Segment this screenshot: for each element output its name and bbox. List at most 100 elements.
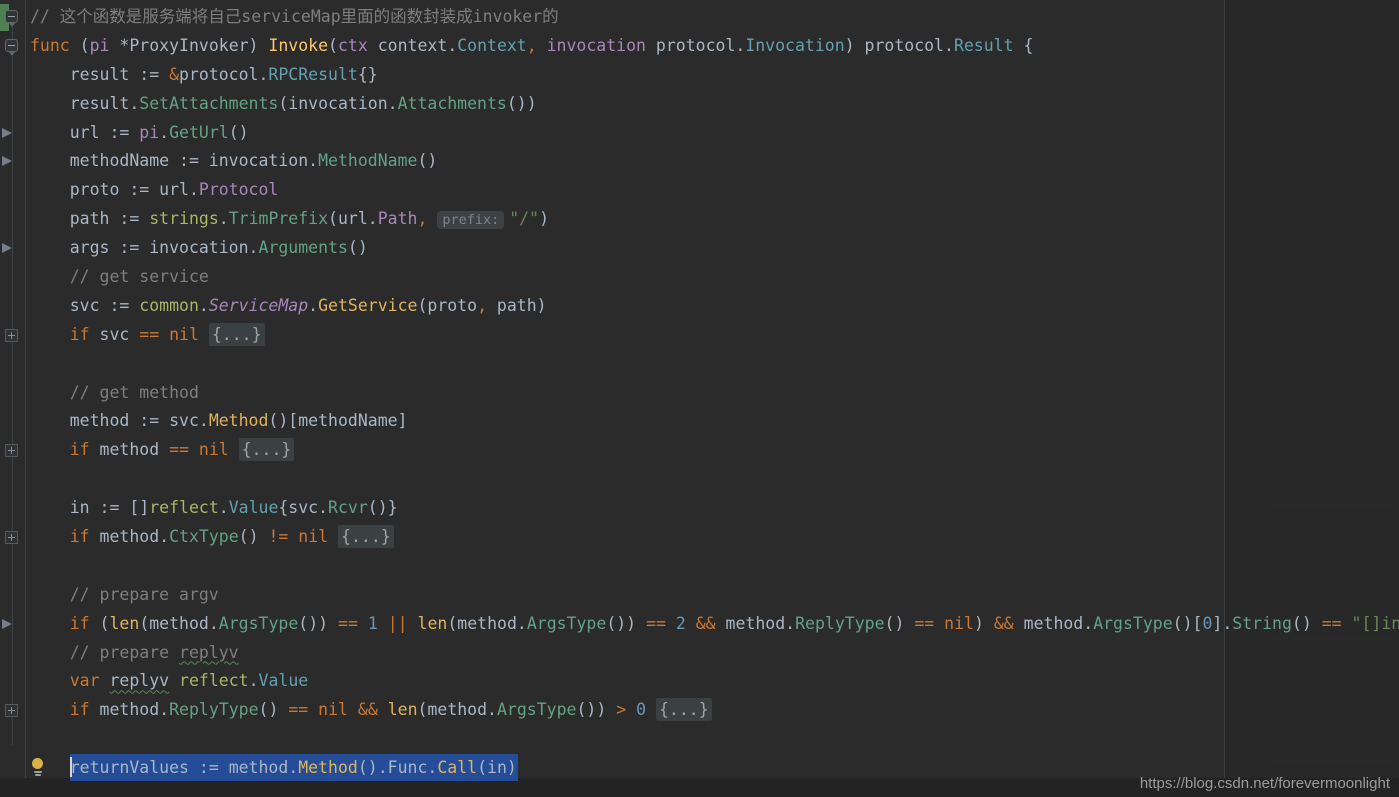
code-token: Attachments bbox=[398, 94, 507, 113]
code-token: reflect bbox=[149, 498, 219, 517]
fold-expand-icon[interactable] bbox=[5, 704, 18, 717]
code-line-26[interactable] bbox=[0, 725, 1399, 754]
code-token: url := bbox=[30, 123, 139, 142]
code-token: == bbox=[646, 614, 666, 633]
code-token: ()[methodName] bbox=[268, 411, 407, 430]
code-line-18[interactable]: in := []reflect.Value{svc.Rcvr()} bbox=[0, 494, 1399, 523]
intention-bulb-icon[interactable] bbox=[31, 758, 45, 778]
code-line-6[interactable]: methodName := invocation.MethodName() bbox=[0, 147, 1399, 176]
code-line-16[interactable]: if method == nil {...} bbox=[0, 436, 1399, 465]
code-token: MethodName bbox=[318, 151, 417, 170]
gutter-arrow-icon[interactable] bbox=[2, 243, 12, 253]
code-token: func bbox=[30, 36, 80, 55]
code-line-21[interactable]: // prepare argv bbox=[0, 581, 1399, 610]
watermark-url: https://blog.csdn.net/forevermoonlight bbox=[1140, 775, 1390, 792]
code-token bbox=[934, 614, 944, 633]
fold-expand-icon[interactable] bbox=[5, 444, 18, 457]
code-line-24[interactable]: var replyv reflect.Value bbox=[0, 667, 1399, 696]
code-token: GetService bbox=[318, 296, 417, 315]
code-token: . bbox=[199, 296, 209, 315]
code-line-4[interactable]: result.SetAttachments(invocation.Attachm… bbox=[0, 90, 1399, 119]
code-token bbox=[408, 614, 418, 633]
code-token: () bbox=[417, 151, 437, 170]
code-token: () bbox=[229, 123, 249, 142]
code-token: || bbox=[388, 614, 408, 633]
gutter-arrow-icon[interactable] bbox=[2, 156, 12, 166]
code-token: ().Func. bbox=[358, 758, 437, 777]
fold-expand-icon[interactable] bbox=[5, 329, 18, 342]
code-token: path := bbox=[30, 209, 149, 228]
code-token: . bbox=[219, 209, 229, 228]
code-line-14[interactable]: // get method bbox=[0, 379, 1399, 408]
code-token: ()) bbox=[507, 94, 537, 113]
code-token: Call bbox=[437, 758, 477, 777]
code-line-2[interactable]: func (pi *ProxyInvoker) Invoke(ctx conte… bbox=[0, 32, 1399, 61]
code-token: . bbox=[159, 123, 169, 142]
bulb-base bbox=[35, 774, 41, 776]
code-token: nil bbox=[944, 614, 974, 633]
code-line-1[interactable]: // 这个函数是服务端将自己serviceMap里面的函数封装成invoker的 bbox=[0, 3, 1399, 32]
code-token bbox=[199, 325, 209, 344]
code-token: GetUrl bbox=[169, 123, 229, 142]
bulb-base bbox=[34, 771, 42, 773]
code-token: ) bbox=[539, 209, 549, 228]
gutter-arrow-icon[interactable] bbox=[2, 128, 12, 138]
code-token: ReplyType bbox=[795, 614, 884, 633]
code-line-5[interactable]: url := pi.GetUrl() bbox=[0, 119, 1399, 148]
code-token: ()[ bbox=[1173, 614, 1203, 633]
fold-expand-icon[interactable] bbox=[5, 531, 18, 544]
code-line-8[interactable]: path := strings.TrimPrefix(url.Path, pre… bbox=[0, 205, 1399, 234]
code-token: "[]in bbox=[1352, 614, 1399, 633]
fold-collapse-icon[interactable] bbox=[5, 39, 18, 52]
code-token: common bbox=[139, 296, 199, 315]
code-token: methodName := invocation. bbox=[30, 151, 318, 170]
code-token: // get method bbox=[30, 383, 199, 402]
code-line-23[interactable]: // prepare replyv bbox=[0, 639, 1399, 668]
code-line-13[interactable] bbox=[0, 350, 1399, 379]
code-token bbox=[288, 527, 298, 546]
gutter-arrow-icon[interactable] bbox=[2, 619, 12, 629]
code-token: if bbox=[70, 440, 90, 459]
code-token bbox=[626, 700, 636, 719]
code-line-12[interactable]: if svc == nil {...} bbox=[0, 321, 1399, 350]
code-token bbox=[100, 671, 110, 690]
code-token: (proto bbox=[417, 296, 477, 315]
selected-text[interactable]: returnValues := method.Method().Func.Cal… bbox=[70, 754, 518, 781]
code-token: Method bbox=[298, 758, 358, 777]
plus-glyph bbox=[11, 534, 12, 541]
code-line-17[interactable] bbox=[0, 465, 1399, 494]
code-line-20[interactable] bbox=[0, 552, 1399, 581]
code-token: , bbox=[527, 36, 537, 55]
code-line-7[interactable]: proto := url.Protocol bbox=[0, 176, 1399, 205]
code-token: && bbox=[358, 700, 378, 719]
code-line-3[interactable]: result := &protocol.RPCResult{} bbox=[0, 61, 1399, 90]
code-token: TrimPrefix bbox=[229, 209, 328, 228]
code-token: ]. bbox=[1212, 614, 1232, 633]
notch-glyph bbox=[9, 23, 15, 27]
code-token: len bbox=[110, 614, 140, 633]
code-token: result := bbox=[30, 65, 169, 84]
code-token: svc bbox=[90, 325, 140, 344]
code-line-15[interactable]: method := svc.Method()[methodName] bbox=[0, 407, 1399, 436]
code-line-25[interactable]: if method.ReplyType() == nil && len(meth… bbox=[0, 696, 1399, 725]
code-line-19[interactable]: if method.CtxType() != nil {...} bbox=[0, 523, 1399, 552]
code-token bbox=[30, 527, 70, 546]
code-token: RPCResult bbox=[268, 65, 357, 84]
code-line-10[interactable]: // get service bbox=[0, 263, 1399, 292]
notch-glyph bbox=[9, 52, 15, 56]
code-token: . bbox=[308, 296, 318, 315]
code-line-9[interactable]: args := invocation.Arguments() bbox=[0, 234, 1399, 263]
fold-collapse-icon[interactable] bbox=[5, 10, 18, 23]
code-token: (url. bbox=[328, 209, 378, 228]
code-token: == bbox=[288, 700, 308, 719]
code-token: method. bbox=[90, 527, 169, 546]
code-token: == bbox=[1322, 614, 1342, 633]
code-token: () bbox=[1292, 614, 1322, 633]
code-line-22[interactable]: if (len(method.ArgsType()) == 1 || len(m… bbox=[0, 610, 1399, 639]
code-token: Rcvr bbox=[328, 498, 368, 517]
code-token: Value bbox=[229, 498, 279, 517]
code-token bbox=[30, 325, 70, 344]
code-token: if bbox=[70, 527, 90, 546]
code-token: nil bbox=[169, 325, 199, 344]
code-line-11[interactable]: svc := common.ServiceMap.GetService(prot… bbox=[0, 292, 1399, 321]
